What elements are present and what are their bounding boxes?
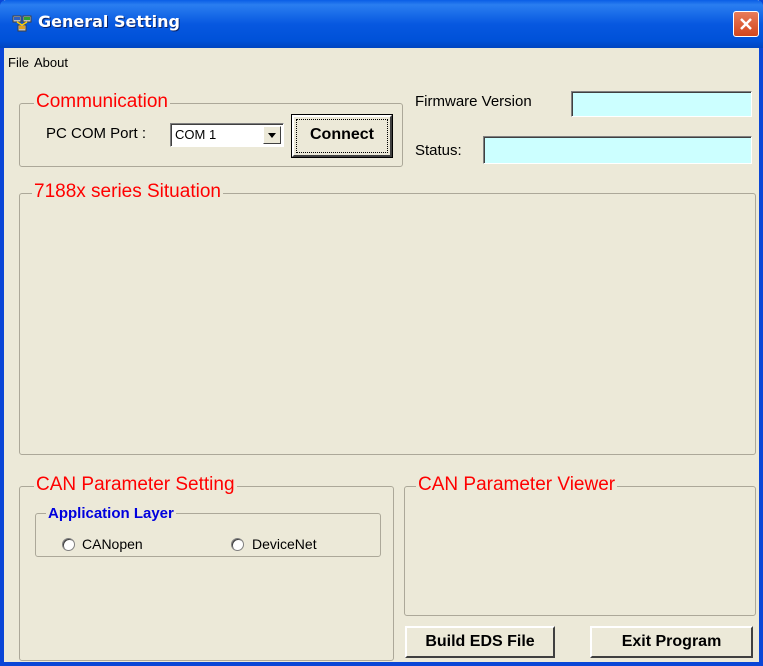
firmware-version-label: Firmware Version [415, 93, 532, 110]
situation-group [19, 193, 756, 455]
canopen-radio[interactable] [62, 538, 75, 551]
focus-rect [296, 119, 388, 153]
situation-legend: 7188x series Situation [32, 181, 223, 203]
status-field [483, 136, 752, 164]
chevron-down-icon [268, 133, 276, 138]
can-parameter-setting-legend: CAN Parameter Setting [34, 474, 237, 496]
devicenet-radio[interactable] [231, 538, 244, 551]
com-port-select[interactable]: COM 1 [170, 123, 284, 147]
build-eds-file-label: Build EDS File [425, 633, 535, 650]
close-button[interactable] [733, 11, 759, 37]
com-port-label: PC COM Port : [46, 125, 147, 142]
communication-legend: Communication [34, 91, 170, 113]
app-icon [12, 15, 32, 32]
build-eds-file-button[interactable]: Build EDS File [405, 626, 555, 658]
menu-about[interactable]: About [34, 55, 68, 70]
exit-program-label: Exit Program [621, 633, 722, 650]
com-port-dropdown-button[interactable] [263, 126, 281, 144]
devicenet-label[interactable]: DeviceNet [252, 536, 317, 552]
exit-program-button[interactable]: Exit Program [590, 626, 753, 658]
window-title: General Setting [38, 12, 180, 31]
can-parameter-viewer-group [404, 486, 756, 616]
com-port-value: COM 1 [175, 127, 217, 142]
application-layer-legend: Application Layer [46, 505, 176, 522]
menu-file[interactable]: File [8, 55, 29, 70]
canopen-label[interactable]: CANopen [82, 536, 143, 552]
status-label: Status: [415, 142, 462, 159]
can-parameter-viewer-legend: CAN Parameter Viewer [416, 474, 618, 496]
connect-button[interactable]: Connect [291, 114, 393, 158]
menu-bar: File About [4, 48, 759, 76]
main-window: General Setting File About Communication… [0, 0, 763, 666]
close-icon [740, 18, 752, 30]
title-bar[interactable]: General Setting [0, 0, 763, 48]
firmware-version-field [571, 91, 752, 117]
